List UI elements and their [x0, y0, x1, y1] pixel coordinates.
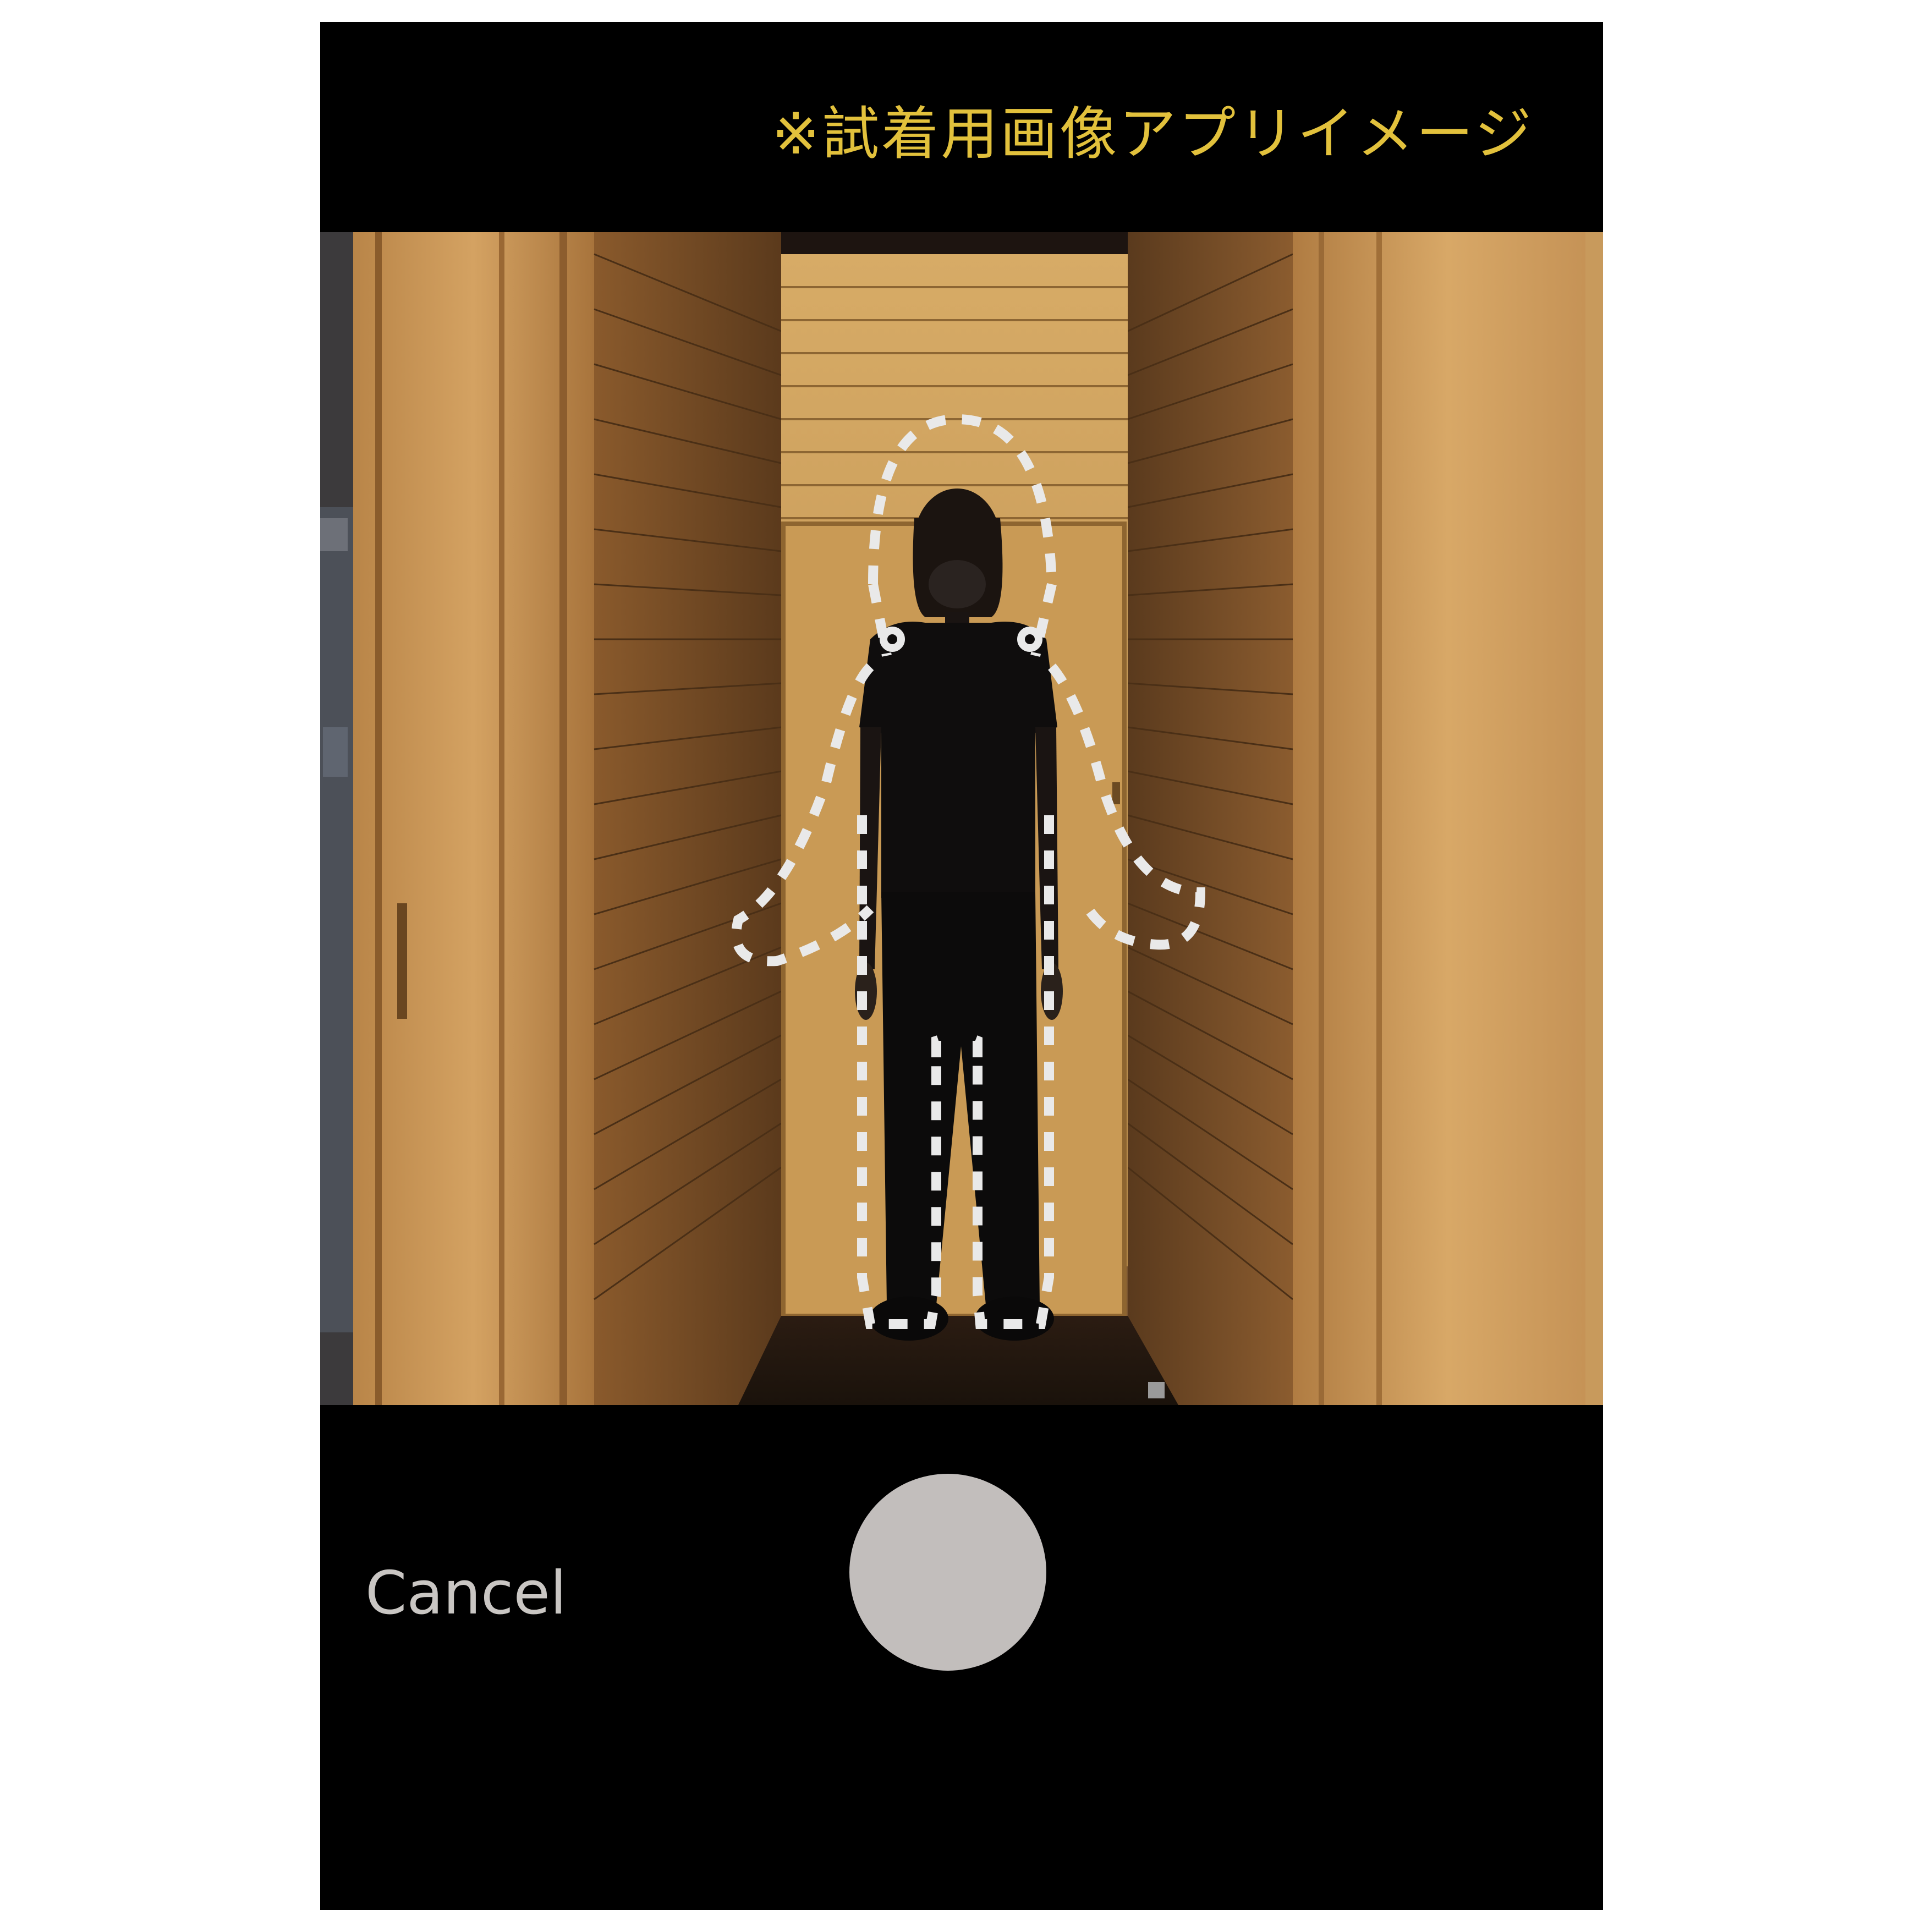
cancel-button[interactable]: Cancel — [365, 1559, 567, 1628]
notice-caption: ※試着用画像アプリイメージ — [771, 100, 1534, 167]
camera-screen: ※試着用画像アプリイメージ Cancel — [320, 22, 1603, 1910]
hallway-scene-image — [320, 232, 1603, 1405]
top-bar: ※試着用画像アプリイメージ — [320, 22, 1603, 232]
shutter-button[interactable] — [849, 1474, 1046, 1671]
bottom-controls: Cancel — [320, 1405, 1603, 1910]
camera-viewfinder — [320, 232, 1603, 1405]
